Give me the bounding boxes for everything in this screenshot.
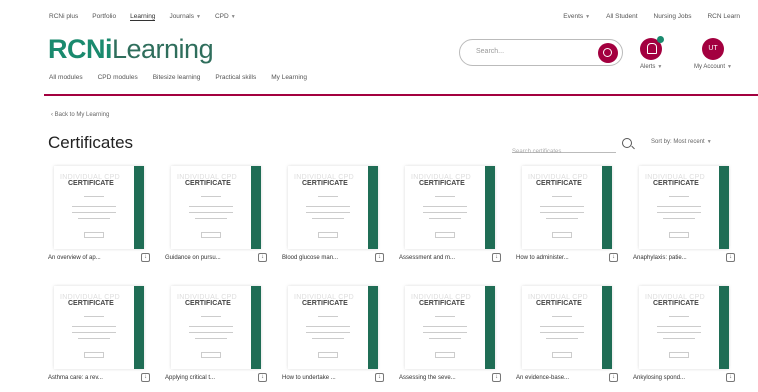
- page-title: Certificates: [48, 133, 134, 152]
- header-divider: [44, 94, 758, 96]
- certificate-title[interactable]: Blood glucose man...: [282, 255, 338, 261]
- download-icon[interactable]: ↓: [141, 373, 150, 382]
- topnav-events[interactable]: Events ▼: [563, 13, 590, 20]
- download-icon[interactable]: ↓: [141, 253, 150, 262]
- certificate-card[interactable]: INDIVIDUAL CPD CERTIFICATE Assessment and …: [397, 166, 501, 268]
- topnav-nursing-jobs[interactable]: Nursing Jobs: [654, 13, 692, 20]
- certificate-stripe: [251, 166, 261, 249]
- certificate-card[interactable]: INDIVIDUAL CPD CERTIFICATE Applying critic…: [163, 286, 267, 388]
- download-icon[interactable]: ↓: [258, 253, 267, 262]
- certificate-stripe: [485, 166, 495, 249]
- search-icon[interactable]: [622, 138, 632, 148]
- alerts-menu[interactable]: Alerts ▼: [640, 36, 665, 70]
- certificate-title[interactable]: How to undertake ...: [282, 375, 336, 381]
- certificate-title[interactable]: Asthma care: a rev...: [48, 375, 103, 381]
- sort-dropdown[interactable]: Sort by: Most recent ▼: [651, 139, 712, 145]
- certificate-card[interactable]: INDIVIDUAL CPD CERTIFICATE How to undertak…: [280, 286, 384, 388]
- brand-logo[interactable]: RCNiLearning: [48, 34, 214, 65]
- certificates-grid: INDIVIDUAL CPD CERTIFICATE An overview of …: [46, 166, 742, 392]
- subnav-bitesize-learning[interactable]: Bitesize learning: [153, 74, 201, 81]
- chevron-down-icon: ▼: [230, 14, 236, 20]
- certificate-title[interactable]: How to administer...: [516, 255, 569, 261]
- certificate-thumbnail[interactable]: INDIVIDUAL CPD CERTIFICATE: [171, 166, 261, 249]
- chevron-down-icon: ▼: [706, 139, 712, 145]
- certificate-thumbnail[interactable]: INDIVIDUAL CPD CERTIFICATE: [54, 286, 144, 369]
- chevron-down-icon: ▼: [196, 14, 201, 20]
- certificate-thumbnail[interactable]: INDIVIDUAL CPD CERTIFICATE: [522, 286, 612, 369]
- certificate-stripe: [368, 166, 378, 249]
- certificate-title[interactable]: Anaphylaxis: patie...: [633, 255, 687, 261]
- certificate-stripe: [719, 166, 729, 249]
- certificate-card[interactable]: INDIVIDUAL CPD CERTIFICATE An overview of …: [46, 166, 150, 268]
- notification-dot: [657, 36, 665, 43]
- topnav-learning[interactable]: Learning: [130, 13, 156, 21]
- search-input[interactable]: Search...: [476, 48, 504, 55]
- certificate-thumbnail[interactable]: INDIVIDUAL CPD CERTIFICATE: [54, 166, 144, 249]
- topnav-rcni-plus[interactable]: RCNi plus: [49, 13, 78, 21]
- download-icon[interactable]: ↓: [609, 373, 618, 382]
- certificate-thumbnail[interactable]: INDIVIDUAL CPD CERTIFICATE: [405, 286, 495, 369]
- account-menu[interactable]: UT My Account ▼: [683, 38, 743, 70]
- topnav-all-student[interactable]: All Student: [606, 13, 637, 20]
- download-icon[interactable]: ↓: [726, 253, 735, 262]
- certificate-title[interactable]: An evidence-base...: [516, 375, 569, 381]
- certificate-title[interactable]: An overview of ap...: [48, 255, 101, 261]
- download-icon[interactable]: ↓: [375, 253, 384, 262]
- top-utility-bar: RCNi plus Portfolio Learning Journals ▼ C…: [0, 0, 758, 32]
- certificate-title[interactable]: Guidance on pursu...: [165, 255, 221, 261]
- certificate-title[interactable]: Ankylosing spond...: [633, 375, 685, 381]
- download-icon[interactable]: ↓: [492, 373, 501, 382]
- certificate-search-input[interactable]: Search certificates: [512, 140, 616, 155]
- certificate-thumbnail[interactable]: INDIVIDUAL CPD CERTIFICATE: [288, 166, 378, 249]
- certificate-stripe: [602, 286, 612, 369]
- topnav-journals[interactable]: Journals ▼: [169, 13, 201, 21]
- certificate-title[interactable]: Applying critical t...: [165, 375, 215, 381]
- site-search[interactable]: Search...: [459, 39, 623, 66]
- download-icon[interactable]: ↓: [258, 373, 267, 382]
- certificate-title[interactable]: Assessment and m...: [399, 255, 455, 261]
- avatar: UT: [702, 38, 724, 60]
- download-icon[interactable]: ↓: [726, 373, 735, 382]
- topnav-rcn-learn[interactable]: RCN Learn: [707, 13, 740, 20]
- subnav-my-learning[interactable]: My Learning: [271, 74, 307, 81]
- certificate-card[interactable]: INDIVIDUAL CPD CERTIFICATE Guidance on pur…: [163, 166, 267, 268]
- certificate-card[interactable]: INDIVIDUAL CPD CERTIFICATE Assessing the s…: [397, 286, 501, 388]
- certificate-card[interactable]: INDIVIDUAL CPD CERTIFICATE How to administ…: [514, 166, 618, 268]
- certificate-stripe: [134, 286, 144, 369]
- topnav-cpd[interactable]: CPD ▼: [215, 13, 236, 21]
- certificate-thumbnail[interactable]: INDIVIDUAL CPD CERTIFICATE: [522, 166, 612, 249]
- certificate-stripe: [368, 286, 378, 369]
- subnav-practical-skills[interactable]: Practical skills: [215, 74, 256, 81]
- subnav-all-modules[interactable]: All modules: [49, 74, 83, 81]
- learning-subnav: All modules CPD modules Bitesize learnin…: [49, 74, 307, 81]
- topnav-portfolio[interactable]: Portfolio: [92, 13, 116, 21]
- download-icon[interactable]: ↓: [375, 373, 384, 382]
- download-icon[interactable]: ↓: [609, 253, 618, 262]
- certificate-thumbnail[interactable]: INDIVIDUAL CPD CERTIFICATE: [288, 286, 378, 369]
- search-icon[interactable]: [598, 43, 618, 63]
- certificate-card[interactable]: INDIVIDUAL CPD CERTIFICATE Anaphylaxis: pa…: [631, 166, 735, 268]
- chevron-down-icon: ▼: [727, 64, 732, 70]
- download-icon[interactable]: ↓: [492, 253, 501, 262]
- back-link[interactable]: ‹ Back to My Learning: [51, 112, 109, 118]
- certificate-card[interactable]: INDIVIDUAL CPD CERTIFICATE Blood glucose m…: [280, 166, 384, 268]
- chevron-down-icon: ▼: [585, 14, 591, 20]
- subnav-cpd-modules[interactable]: CPD modules: [98, 74, 138, 81]
- bell-icon: [640, 36, 665, 60]
- certificate-thumbnail[interactable]: INDIVIDUAL CPD CERTIFICATE: [639, 286, 729, 369]
- certificate-stripe: [251, 286, 261, 369]
- certificate-stripe: [602, 166, 612, 249]
- certificate-stripe: [134, 166, 144, 249]
- certificate-title[interactable]: Assessing the seve...: [399, 375, 456, 381]
- certificate-thumbnail[interactable]: INDIVIDUAL CPD CERTIFICATE: [171, 286, 261, 369]
- certificate-card[interactable]: INDIVIDUAL CPD CERTIFICATE An evidence-bas…: [514, 286, 618, 388]
- certificate-card[interactable]: INDIVIDUAL CPD CERTIFICATE Asthma care: a …: [46, 286, 150, 388]
- certificate-thumbnail[interactable]: INDIVIDUAL CPD CERTIFICATE: [639, 166, 729, 249]
- chevron-down-icon: ▼: [657, 64, 663, 70]
- certificate-card[interactable]: INDIVIDUAL CPD CERTIFICATE Ankylosing spon…: [631, 286, 735, 388]
- certificate-thumbnail[interactable]: INDIVIDUAL CPD CERTIFICATE: [405, 166, 495, 249]
- certificate-stripe: [485, 286, 495, 369]
- certificate-stripe: [719, 286, 729, 369]
